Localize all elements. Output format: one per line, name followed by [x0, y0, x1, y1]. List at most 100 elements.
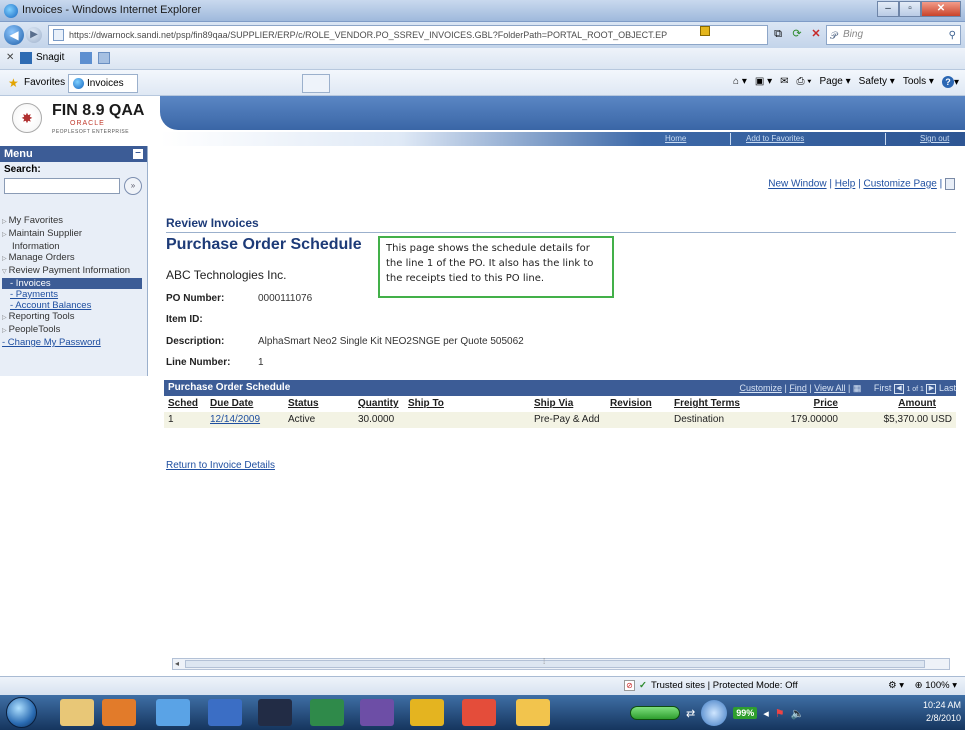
system-tray: ⇄ 99% ◂ ⚑ 🔈	[630, 700, 805, 726]
nav-separator	[885, 133, 886, 145]
snagit-toolbar: ✕ Snagit	[0, 48, 965, 70]
clock[interactable]: 10:24 AM 2/8/2010	[923, 699, 961, 725]
menu-item-payments[interactable]: - Payments	[2, 289, 147, 300]
excel-icon[interactable]	[310, 699, 344, 726]
col-ship-via[interactable]: Ship Via	[534, 398, 573, 409]
col-ship-to[interactable]: Ship To	[408, 398, 444, 409]
grid-next-icon[interactable]: ▶	[926, 383, 937, 394]
stop-icon[interactable]: ✕	[808, 26, 824, 42]
snagit-capture-icon[interactable]	[80, 52, 92, 64]
menu-search-input[interactable]	[4, 178, 120, 194]
grid-prev-icon[interactable]: ◀	[893, 383, 904, 394]
mail-icon[interactable]: ✉	[780, 76, 788, 88]
col-freight-terms[interactable]: Freight Terms	[674, 398, 740, 409]
col-revision[interactable]: Revision	[610, 398, 652, 409]
help-link[interactable]: Help	[835, 179, 856, 190]
search-box[interactable]: 𝒫 Bing ⚲	[826, 25, 961, 45]
flag-icon[interactable]: ⚑	[775, 707, 785, 720]
safety-menu[interactable]: Safety ▾	[859, 76, 895, 88]
app-icon[interactable]	[258, 699, 292, 726]
menu-item-reporting-tools[interactable]: Reporting Tools	[2, 311, 147, 324]
col-due-date[interactable]: Due Date	[210, 398, 253, 409]
explorer-icon[interactable]	[60, 699, 94, 726]
word-icon[interactable]	[208, 699, 242, 726]
zoom-level: 100%	[925, 680, 950, 691]
print-icon[interactable]: ⎙ ▾	[797, 76, 812, 88]
return-to-invoice-details-link[interactable]: Return to Invoice Details	[166, 460, 275, 471]
snagit-taskbar-icon[interactable]	[516, 699, 550, 726]
po-number-value: 0000111076	[258, 293, 313, 304]
close-button[interactable]: ✕	[921, 1, 961, 17]
menu-item-maintain-supplier[interactable]: Maintain Supplier	[2, 228, 147, 241]
close-toolbar-icon[interactable]: ✕	[6, 52, 14, 63]
volume-icon[interactable]: 🔈	[791, 707, 805, 720]
grid-customize-link[interactable]: Customize	[739, 383, 782, 393]
col-status[interactable]: Status	[288, 398, 319, 409]
menu-item-peopletools[interactable]: PeopleTools	[2, 324, 147, 337]
popup-blocked-icon[interactable]: ⊘	[624, 680, 635, 691]
app-title: FIN 8.9 QAA	[52, 102, 145, 119]
search-icon[interactable]: ⚲	[949, 27, 956, 45]
internet-explorer-icon[interactable]	[156, 699, 190, 726]
grid-view-all-link[interactable]: View All	[814, 383, 845, 393]
snagit-options-icon[interactable]	[98, 52, 110, 64]
new-tab-button[interactable]	[302, 74, 330, 93]
menu-item-manage-orders[interactable]: Manage Orders	[2, 252, 147, 265]
sign-out-link[interactable]: Sign out	[920, 134, 949, 143]
tools-menu[interactable]: Tools ▾	[903, 76, 934, 88]
snagit-label[interactable]: Snagit	[36, 52, 64, 63]
favorites-button[interactable]: Favorites	[24, 77, 65, 88]
menu-item-change-password[interactable]: - Change My Password	[2, 337, 147, 348]
menu-item-account-balances[interactable]: - Account Balances	[2, 300, 147, 311]
forward-button[interactable]: ▶	[26, 27, 42, 43]
messenger-icon[interactable]	[410, 699, 444, 726]
grid-download-icon[interactable]: ▦	[853, 383, 862, 393]
col-sched[interactable]: Sched	[168, 398, 198, 409]
back-button[interactable]: ◀	[4, 25, 24, 45]
battery-gauge-icon[interactable]	[630, 706, 680, 720]
grid-find-link[interactable]: Find	[789, 383, 807, 393]
favorites-star-icon[interactable]: ★	[8, 76, 19, 90]
col-price[interactable]: Price	[814, 398, 838, 409]
page-menu[interactable]: Page ▾	[820, 76, 851, 88]
lock-icon[interactable]	[700, 26, 710, 36]
onenote-icon[interactable]	[360, 699, 394, 726]
home-link[interactable]: Home	[665, 134, 686, 143]
chrome-icon[interactable]	[462, 699, 496, 726]
maximize-button[interactable]: ▫	[899, 1, 921, 17]
address-bar[interactable]: https://dwarnock.sandi.net/psp/fin89qaa/…	[48, 25, 768, 45]
add-to-favorites-link[interactable]: Add to Favorites	[746, 134, 804, 143]
minimize-button[interactable]: –	[877, 1, 899, 17]
feeds-icon[interactable]: ▣ ▾	[755, 76, 772, 88]
scroll-left-icon[interactable]: ◂	[175, 659, 179, 668]
snagit-icon[interactable]	[20, 52, 32, 64]
menu-item-maintain-supplier-cont[interactable]: Information	[2, 241, 147, 252]
security-zone[interactable]: ⊘ ✓ Trusted sites | Protected Mode: Off	[624, 680, 798, 691]
cell-due-date-link[interactable]: 12/14/2009	[210, 414, 260, 425]
search-go-button[interactable]: »	[124, 177, 142, 195]
menu-item-my-favorites[interactable]: My Favorites	[2, 215, 147, 228]
menu-item-review-payment[interactable]: Review Payment Information	[2, 265, 147, 278]
addons-icon[interactable]: ⚙ ▾	[888, 680, 904, 691]
help-menu[interactable]: ? ▾	[941, 76, 959, 88]
tray-arrow-icon[interactable]: ◂	[763, 707, 769, 720]
new-window-link[interactable]: New Window	[768, 179, 826, 190]
zoom-dropdown-icon[interactable]: ▾	[952, 680, 957, 691]
refresh-icon[interactable]: ⟳	[789, 26, 805, 42]
outlook-icon[interactable]	[102, 699, 136, 726]
col-quantity[interactable]: Quantity	[358, 398, 399, 409]
compatibility-icon[interactable]: ⧉	[770, 26, 786, 42]
tab-invoices[interactable]: Invoices	[68, 74, 138, 93]
home-icon[interactable]: ⌂ ▾	[733, 76, 747, 88]
scroll-thumb[interactable]	[185, 660, 925, 668]
horizontal-scrollbar[interactable]: ◂ ⁞	[172, 657, 950, 670]
menu-item-invoices[interactable]: - Invoices	[2, 278, 142, 289]
update-icon[interactable]	[701, 700, 728, 726]
col-amount[interactable]: Amount	[898, 398, 936, 409]
zoom-control[interactable]: ⚙ ▾ ⊕ 100% ▾	[888, 680, 957, 691]
network-icon[interactable]: ⇄	[686, 707, 695, 720]
collapse-menu-icon[interactable]: –	[133, 148, 143, 159]
http-icon[interactable]	[945, 178, 955, 190]
start-button[interactable]	[6, 697, 37, 728]
customize-page-link[interactable]: Customize Page	[863, 179, 936, 190]
